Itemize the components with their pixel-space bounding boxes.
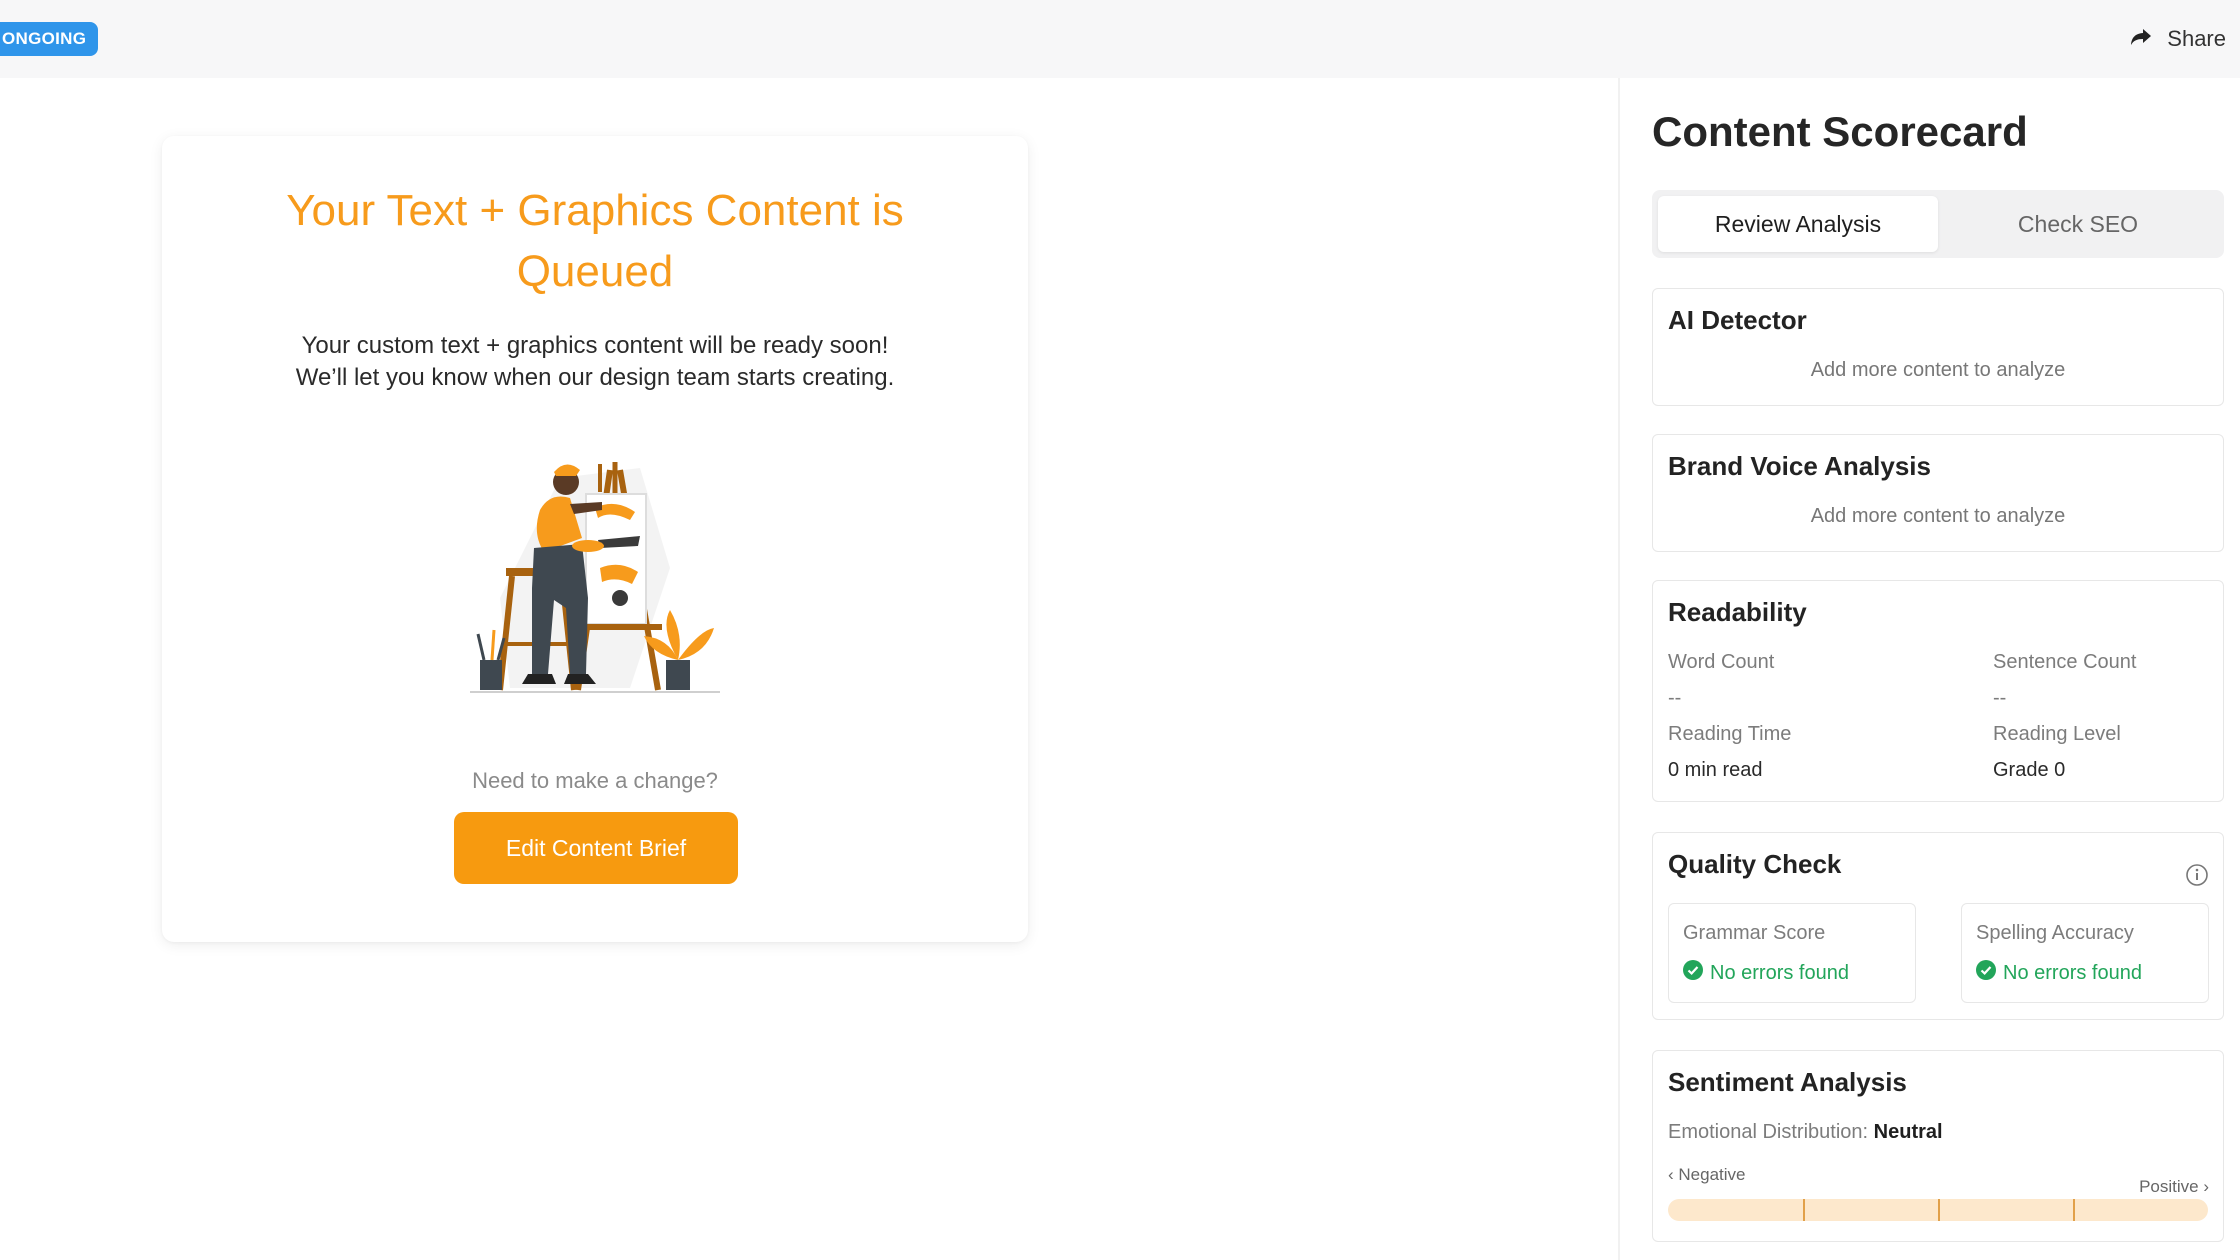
sentence-count-label: Sentence Count [1993, 651, 2137, 673]
emotional-distribution-value: Neutral [1873, 1121, 1943, 1143]
share-label: Share [2167, 26, 2226, 51]
reading-time-value: 0 min read [1668, 759, 1763, 781]
queue-description-line-1: Your custom text + graphics content will… [301, 332, 889, 359]
queue-title: Your Text + Graphics Content is Queued [286, 186, 904, 296]
info-icon[interactable] [2185, 863, 2209, 887]
ai-detector-note: Add more content to analyze [1810, 359, 2066, 381]
sentiment-tick [1938, 1199, 1940, 1221]
sentiment-tick [2073, 1199, 2075, 1221]
readability-title: Readability [1668, 597, 1807, 627]
queue-description: Your custom text + graphics content will… [202, 330, 988, 394]
content-scorecard-panel: Content Scorecard Review Analysis Check … [1618, 78, 2240, 1260]
readability-section: Readability Word Count -- Sentence Count… [1652, 580, 2224, 802]
sentiment-title: Sentiment Analysis [1668, 1067, 1907, 1097]
negative-label: ‹ Negative [1668, 1165, 1746, 1184]
positive-label: Positive › [2139, 1177, 2209, 1196]
top-bar: ONGOING Share [0, 0, 2240, 78]
spelling-accuracy-label: Spelling Accuracy [1976, 922, 2134, 944]
edit-content-brief-button[interactable]: Edit Content Brief [454, 812, 738, 884]
quality-check-section: Quality Check Grammar Score No errors fo… [1652, 832, 2224, 1020]
reading-time-label: Reading Time [1668, 723, 1792, 745]
check-circle-icon [1976, 960, 1996, 986]
emotional-distribution-label: Emotional Distribution: [1668, 1121, 1869, 1143]
sentiment-analysis-section: Sentiment Analysis Emotional Distributio… [1652, 1050, 2224, 1242]
status-badge: ONGOING [0, 22, 99, 56]
scorecard-title: Content Scorecard [1652, 108, 2028, 155]
spelling-accuracy-box: Spelling Accuracy No errors found [1961, 903, 2209, 1003]
brand-voice-title: Brand Voice Analysis [1668, 451, 1931, 481]
reading-level-label: Reading Level [1993, 723, 2121, 745]
word-count-value: -- [1668, 687, 1682, 709]
grammar-status: No errors found [1683, 960, 1849, 986]
reading-level-value: Grade 0 [1993, 759, 2066, 781]
queue-card: Your Text + Graphics Content is Queued Y… [162, 136, 1028, 942]
word-count-label: Word Count [1668, 651, 1775, 673]
tab-check-seo[interactable]: Check SEO [1938, 196, 2218, 252]
queue-description-line-2: We’ll let you know when our design team … [295, 364, 895, 391]
sentiment-bar [1668, 1199, 2208, 1221]
share-button[interactable]: Share [2129, 22, 2226, 56]
sentence-count-value: -- [1993, 687, 2007, 709]
quality-check-title: Quality Check [1668, 849, 1842, 879]
sentiment-tick [1803, 1199, 1805, 1221]
artist-painting-illustration [470, 448, 720, 700]
scorecard-tabs: Review Analysis Check SEO [1652, 190, 2224, 258]
grammar-score-box: Grammar Score No errors found [1668, 903, 1916, 1003]
share-icon [2129, 24, 2153, 54]
brand-voice-section: Brand Voice Analysis Add more content to… [1652, 434, 2224, 552]
emotional-distribution: Emotional Distribution: Neutral [1668, 1121, 1943, 1144]
ai-detector-section: AI Detector Add more content to analyze [1652, 288, 2224, 406]
spelling-status-text: No errors found [2003, 961, 2142, 984]
tab-review-analysis[interactable]: Review Analysis [1658, 196, 1938, 252]
change-prompt: Need to make a change? [472, 768, 718, 793]
spelling-status: No errors found [1976, 960, 2142, 986]
grammar-score-label: Grammar Score [1683, 922, 1826, 944]
check-circle-icon [1683, 960, 1703, 986]
ai-detector-title: AI Detector [1668, 305, 1807, 335]
brand-voice-note: Add more content to analyze [1810, 505, 2066, 527]
grammar-status-text: No errors found [1710, 961, 1849, 984]
